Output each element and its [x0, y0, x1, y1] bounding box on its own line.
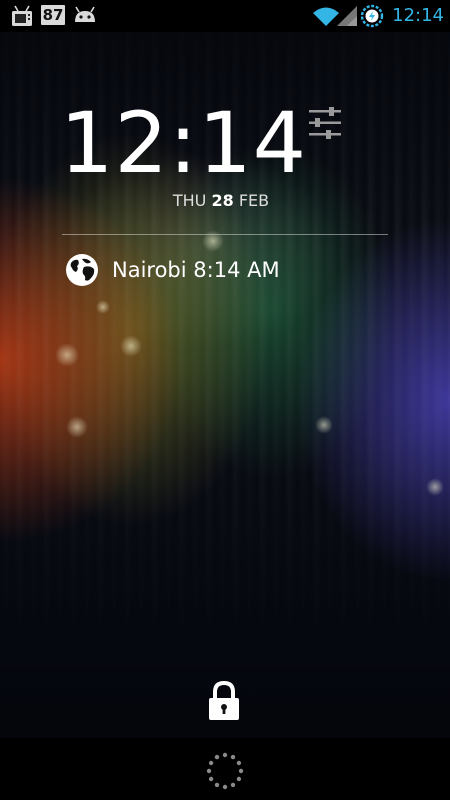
world-clock-text: Nairobi 8:14 AM: [112, 257, 280, 283]
bokeh-light: [315, 416, 333, 434]
bokeh-light: [96, 300, 110, 314]
lockscreen-date: THU 28 FEB: [156, 190, 286, 212]
bokeh-light: [426, 478, 444, 496]
spinner-icon[interactable]: [205, 751, 245, 791]
divider: [62, 234, 388, 235]
date-weekday: THU: [172, 191, 207, 210]
date-day: 28: [211, 191, 234, 210]
signal-icon: [337, 6, 357, 26]
bokeh-light: [120, 335, 142, 357]
world-clock-city: Nairobi: [112, 258, 187, 282]
globe-icon: [66, 254, 98, 286]
android-notification-icon: [75, 6, 95, 22]
status-bar[interactable]: 87 12:14: [0, 0, 450, 32]
tv-notification-icon: [12, 5, 32, 26]
clock-hours: 12: [60, 94, 169, 192]
notification-count-badge: 87: [41, 5, 65, 25]
clock-separator: :: [168, 94, 199, 192]
lock-icon[interactable]: [205, 680, 243, 722]
clock-minutes: 14: [198, 94, 308, 192]
lockscreen: 87 12:14 12:14 THU 28 FEB Nairobi 8:14 A…: [0, 0, 450, 800]
status-bar-time: 12:14: [392, 5, 444, 26]
lockscreen-clock: 12:14: [60, 98, 306, 188]
world-clock-time: 8:14 AM: [193, 258, 280, 282]
bokeh-light: [55, 343, 79, 367]
bokeh-light: [66, 416, 88, 438]
date-month: FEB: [238, 191, 270, 210]
settings-sliders-icon[interactable]: [307, 106, 343, 140]
battery-charging-icon: [360, 4, 384, 28]
